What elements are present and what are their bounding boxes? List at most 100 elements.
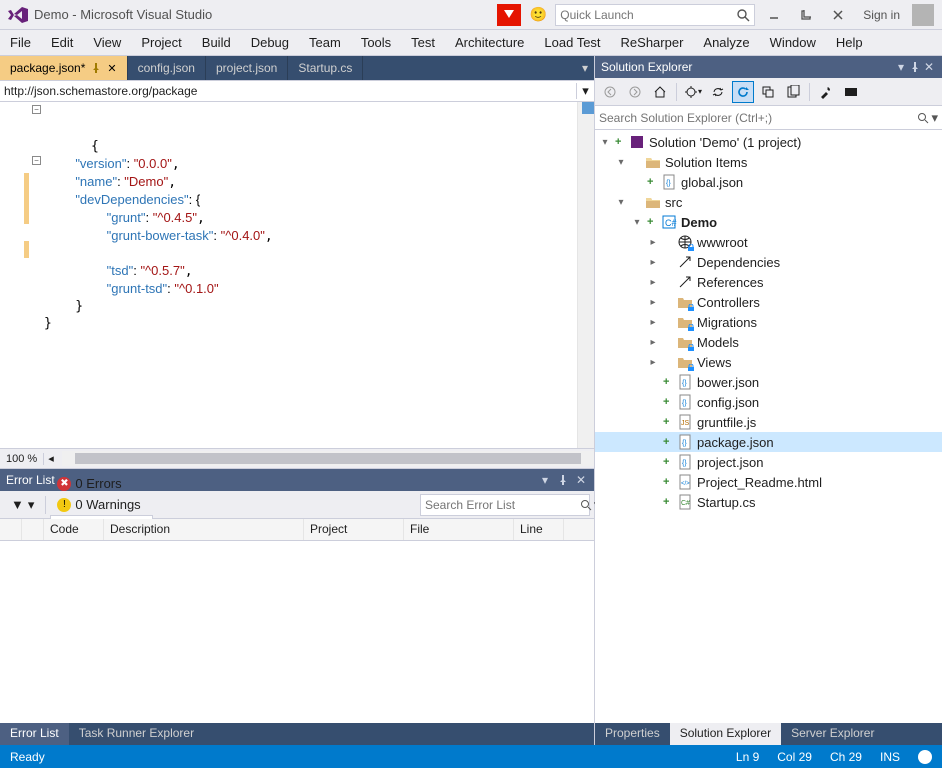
menu-team[interactable]: Team	[299, 30, 351, 55]
chevron-down-icon[interactable]: ▾	[929, 110, 938, 126]
chevron-down-icon[interactable]: ▾	[576, 83, 594, 99]
expand-toggle-icon[interactable]: ▸	[647, 337, 659, 348]
document-tab[interactable]: project.json	[206, 56, 288, 80]
chevron-down-icon[interactable]: ▾	[894, 60, 908, 74]
split-grip-icon[interactable]	[582, 102, 594, 114]
menu-window[interactable]: Window	[760, 30, 826, 55]
menu-build[interactable]: Build	[192, 30, 241, 55]
quick-launch[interactable]	[555, 4, 755, 26]
tree-node[interactable]: +{}global.json	[595, 172, 942, 192]
bottom-tab[interactable]: Error List	[0, 723, 69, 745]
close-icon[interactable]: ✕	[574, 473, 588, 487]
zoom-level[interactable]: 100 %	[0, 453, 44, 465]
expand-toggle-icon[interactable]: ▾	[615, 197, 627, 208]
forward-button[interactable]	[624, 81, 646, 103]
tool-window-tab[interactable]: Server Explorer	[781, 723, 884, 745]
menu-test[interactable]: Test	[401, 30, 445, 55]
sync-button[interactable]	[707, 81, 729, 103]
avatar-icon[interactable]	[912, 4, 934, 26]
tree-node[interactable]: ▸References	[595, 272, 942, 292]
menu-help[interactable]: Help	[826, 30, 873, 55]
menu-load test[interactable]: Load Test	[534, 30, 610, 55]
close-button[interactable]	[825, 4, 851, 26]
scope-button[interactable]: ▾	[682, 81, 704, 103]
tree-node[interactable]: ▾src	[595, 192, 942, 212]
tree-node[interactable]: ▾+Solution 'Demo' (1 project)	[595, 132, 942, 152]
notifications-icon[interactable]	[497, 4, 521, 26]
tab-overflow-icon[interactable]: ▾	[576, 56, 594, 80]
feedback-icon[interactable]: 🙂	[527, 4, 549, 26]
back-button[interactable]	[599, 81, 621, 103]
tree-node[interactable]: ▸Migrations	[595, 312, 942, 332]
tree-node[interactable]: +JSgruntfile.js	[595, 412, 942, 432]
column-header[interactable]: Code	[44, 519, 104, 540]
error-list-search-input[interactable]	[425, 498, 580, 512]
collapse-all-button[interactable]	[757, 81, 779, 103]
tree-node[interactable]: ▸Dependencies	[595, 252, 942, 272]
tree-node[interactable]: +{}project.json	[595, 452, 942, 472]
column-header[interactable]: Description	[104, 519, 304, 540]
column-header[interactable]	[22, 519, 44, 540]
filter-warn[interactable]: !0 Warnings	[50, 494, 152, 515]
refresh-button[interactable]	[732, 81, 754, 103]
menu-edit[interactable]: Edit	[41, 30, 83, 55]
quick-launch-input[interactable]	[560, 8, 736, 22]
status-indicator-icon[interactable]	[918, 750, 932, 764]
fold-toggle-icon[interactable]: −	[32, 105, 41, 114]
expand-toggle-icon[interactable]: ▸	[647, 237, 659, 248]
tree-node[interactable]: +</>Project_Readme.html	[595, 472, 942, 492]
chevron-left-icon[interactable]: ◂	[44, 452, 58, 465]
close-icon[interactable]: ✕	[107, 62, 116, 75]
menu-project[interactable]: Project	[131, 30, 191, 55]
tree-node[interactable]: ▸Views	[595, 352, 942, 372]
schema-url-bar[interactable]: ▾	[0, 80, 594, 102]
pin-icon[interactable]	[556, 473, 570, 487]
solution-explorer-header[interactable]: Solution Explorer ▾ ✕	[595, 56, 942, 78]
show-all-files-button[interactable]	[782, 81, 804, 103]
sign-in-link[interactable]: Sign in	[857, 8, 906, 22]
pin-icon[interactable]	[91, 63, 101, 73]
column-header[interactable]: Line	[514, 519, 564, 540]
bottom-tab[interactable]: Task Runner Explorer	[69, 723, 204, 745]
tree-node[interactable]: +{}config.json	[595, 392, 942, 412]
fold-toggle-icon[interactable]: −	[32, 156, 41, 165]
menu-resharper[interactable]: ReSharper	[611, 30, 694, 55]
filter-err[interactable]: ✖0 Errors	[50, 473, 152, 494]
tree-node[interactable]: ▸Models	[595, 332, 942, 352]
tool-window-tab[interactable]: Solution Explorer	[670, 723, 781, 745]
menu-file[interactable]: File	[0, 30, 41, 55]
code-content[interactable]: { "version": "0.0.0", "name": "Demo", "d…	[44, 102, 577, 448]
maximize-button[interactable]	[793, 4, 819, 26]
expand-toggle-icon[interactable]: ▸	[647, 317, 659, 328]
expand-toggle-icon[interactable]: ▾	[631, 217, 643, 228]
error-list-body[interactable]	[0, 541, 594, 723]
menu-view[interactable]: View	[83, 30, 131, 55]
expand-toggle-icon[interactable]: ▸	[647, 297, 659, 308]
home-button[interactable]	[649, 81, 671, 103]
expand-toggle-icon[interactable]: ▾	[599, 137, 611, 148]
preview-button[interactable]	[840, 81, 862, 103]
close-icon[interactable]: ✕	[922, 60, 936, 74]
solution-tree[interactable]: ▾+Solution 'Demo' (1 project)▾Solution I…	[595, 130, 942, 723]
tree-node[interactable]: +C#Startup.cs	[595, 492, 942, 512]
expand-toggle-icon[interactable]: ▸	[647, 257, 659, 268]
tree-node[interactable]: ▾Solution Items	[595, 152, 942, 172]
menu-tools[interactable]: Tools	[351, 30, 401, 55]
minimize-button[interactable]	[761, 4, 787, 26]
tree-node[interactable]: ▾+C#Demo	[595, 212, 942, 232]
horizontal-scrollbar[interactable]	[62, 451, 594, 466]
menu-architecture[interactable]: Architecture	[445, 30, 534, 55]
tree-node[interactable]: ▸wwwroot	[595, 232, 942, 252]
pin-icon[interactable]	[908, 60, 922, 74]
column-header[interactable]	[0, 519, 22, 540]
properties-button[interactable]	[815, 81, 837, 103]
document-tab[interactable]: package.json*✕	[0, 56, 128, 80]
filter-dropdown[interactable]: ▼ ▾	[4, 494, 41, 516]
tool-window-tab[interactable]: Properties	[595, 723, 670, 745]
solution-explorer-search-input[interactable]	[599, 111, 917, 125]
tree-node[interactable]: +{}bower.json	[595, 372, 942, 392]
chevron-down-icon[interactable]: ▾	[538, 473, 552, 487]
code-editor[interactable]: − − { "version": "0.0.0", "name": "Demo"…	[0, 102, 594, 448]
column-header[interactable]: Project	[304, 519, 404, 540]
vertical-scrollbar[interactable]	[577, 102, 594, 448]
